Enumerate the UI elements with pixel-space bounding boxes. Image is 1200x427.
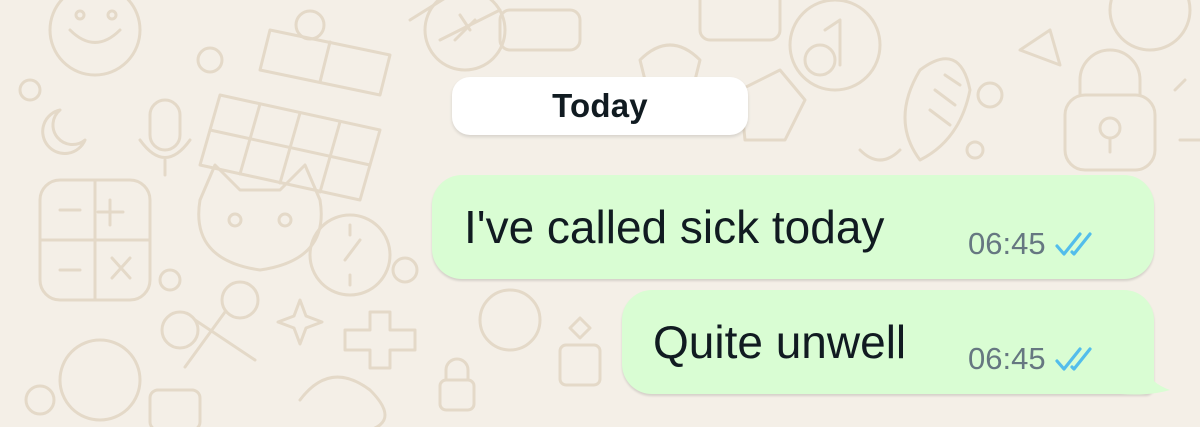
message-text: Quite unwell bbox=[653, 316, 907, 368]
date-separator: Today bbox=[452, 77, 748, 135]
message-meta: 06:45 bbox=[968, 226, 1104, 262]
message-timestamp: 06:45 bbox=[968, 226, 1046, 261]
outgoing-message-bubble[interactable]: I've called sick today 06:45 bbox=[432, 175, 1154, 279]
double-check-read-icon bbox=[1054, 232, 1092, 256]
message-text: I've called sick today bbox=[464, 201, 885, 253]
date-separator-label: Today bbox=[552, 87, 648, 124]
outgoing-message-bubble[interactable]: Quite unwell 06:45 bbox=[622, 290, 1154, 394]
bubble-tail bbox=[1120, 340, 1170, 395]
double-check-read-icon bbox=[1054, 347, 1092, 371]
message-meta: 06:45 bbox=[968, 341, 1104, 377]
message-timestamp: 06:45 bbox=[968, 341, 1046, 376]
